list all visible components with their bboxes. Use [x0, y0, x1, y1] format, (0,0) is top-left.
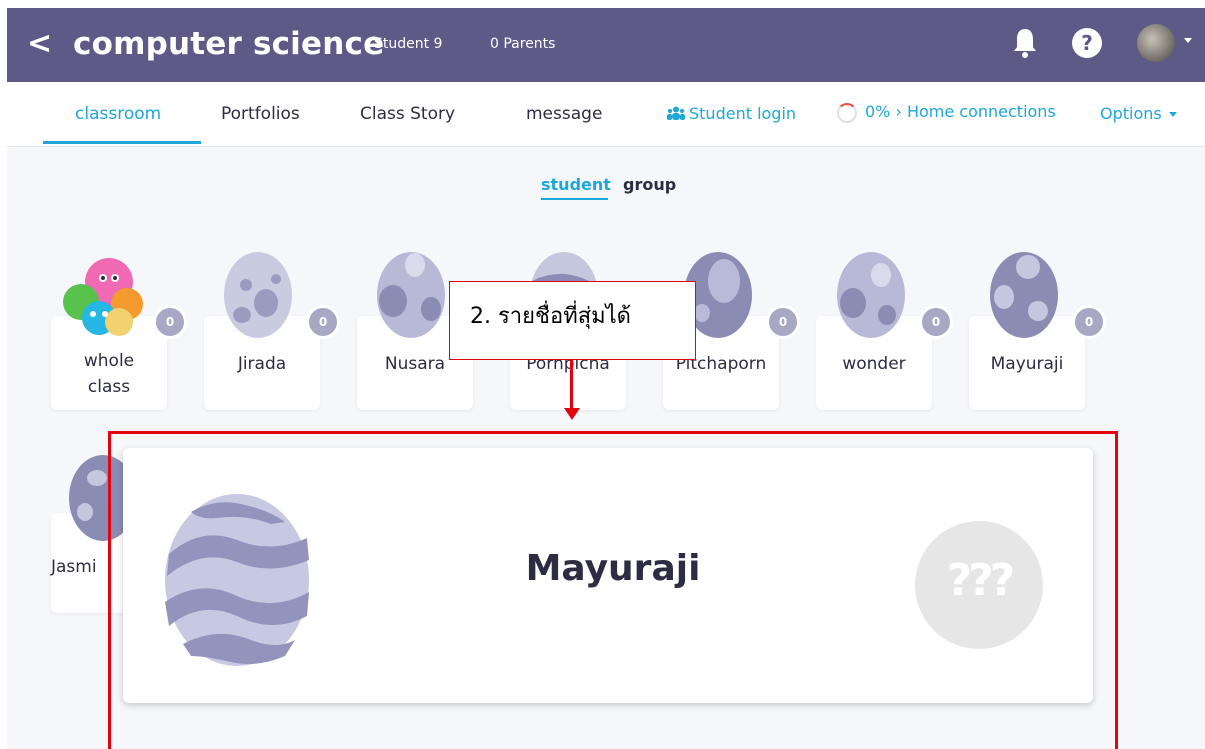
egg-avatar-icon [837, 252, 905, 338]
egg-avatar-icon [224, 252, 292, 338]
egg-avatar-icon [377, 252, 445, 338]
chevron-down-icon [1168, 112, 1177, 117]
avatar[interactable] [1137, 24, 1175, 62]
student-name: wonder [842, 354, 906, 374]
annotation-arrow [570, 360, 573, 411]
class-nav: classroom Portfolios Class Story message… [7, 82, 1205, 147]
annotation-arrow-head [564, 408, 580, 420]
class-monsters-icon [63, 258, 143, 336]
active-tab-indicator [43, 141, 201, 144]
toggle-underline [541, 198, 608, 200]
points-badge: 0 [766, 305, 800, 339]
chevron-down-icon[interactable] [1184, 38, 1192, 43]
student-name: whole class [83, 351, 135, 397]
options-menu[interactable]: Options [1100, 102, 1177, 126]
student-name: Jirada [237, 354, 287, 374]
tab-classroom[interactable]: classroom [75, 102, 161, 126]
points-badge: 0 [306, 305, 340, 339]
back-arrow-icon[interactable]: < [27, 24, 52, 64]
help-icon[interactable]: ? [1072, 28, 1102, 58]
bell-icon[interactable] [1011, 26, 1039, 60]
tab-portfolios[interactable]: Portfolios [221, 102, 300, 126]
student-name: Jasmi [51, 557, 97, 577]
class-title: computer science [73, 26, 385, 62]
tab-message[interactable]: message [526, 102, 602, 126]
points-badge: 0 [1072, 305, 1106, 339]
student-login-link[interactable]: Student login [667, 102, 796, 126]
annotation-callout: 2. รายชื่อที่สุ่มได้ [449, 281, 696, 360]
parent-count[interactable]: 0 Parents [490, 34, 555, 54]
student-login-label: Student login [689, 104, 797, 123]
app-canvas: < computer science Student 9 0 Parents ?… [7, 8, 1205, 749]
student-name: Mayuraji [990, 354, 1064, 374]
points-badge: 0 [153, 305, 187, 339]
toggle-group[interactable]: group [623, 174, 676, 196]
annotation-label: 2. รายชื่อที่สุ่มได้ [470, 304, 631, 329]
progress-ring-icon [837, 103, 857, 123]
options-label: Options [1100, 104, 1162, 123]
home-connections-link[interactable]: 0% › Home connections [865, 100, 1056, 124]
points-badge: 0 [919, 305, 953, 339]
tab-class-story[interactable]: Class Story [360, 102, 455, 126]
toggle-student[interactable]: student [541, 174, 611, 196]
student-count[interactable]: Student 9 [374, 34, 442, 54]
class-header-bar: < computer science Student 9 0 Parents ? [7, 8, 1205, 82]
students-icon [667, 106, 685, 120]
egg-avatar-icon [990, 252, 1058, 338]
annotation-highlight-box [108, 431, 1118, 749]
